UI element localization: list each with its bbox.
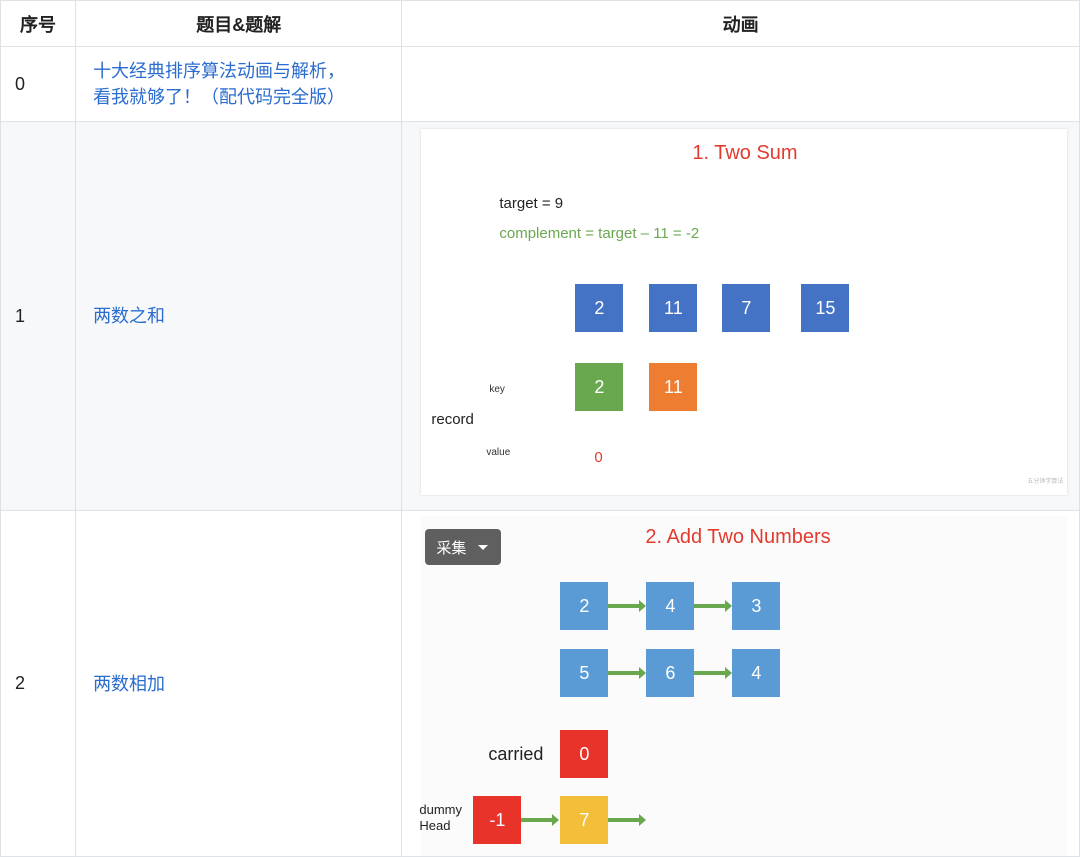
chevron-down-icon	[478, 544, 489, 550]
collect-dropdown[interactable]: 采集	[425, 529, 502, 565]
record-key-cell: 11	[649, 363, 698, 411]
two-sum-animation: 1. Two Sum target = 9 complement = targe…	[421, 129, 1068, 495]
add-two-numbers-animation: 采集 2. Add Two Numbers 2 4 3 5 6 4 carrie…	[419, 516, 1068, 856]
animation-title: 1. Two Sum	[692, 142, 798, 164]
table-row: 1 两数之和 1. Two Sum target = 9 complement …	[0, 121, 1080, 511]
carried-value: 0	[560, 730, 609, 778]
header-title: 题目&题解	[75, 0, 403, 47]
arrow-icon	[608, 667, 647, 679]
row-title-cell: 两数相加	[75, 510, 403, 857]
row-animation-cell	[401, 46, 1080, 122]
target-text: target = 9	[499, 195, 564, 212]
row-index: 2	[0, 510, 77, 857]
array-cell: 15	[801, 284, 850, 332]
watermark: 五分钟学算法	[1027, 479, 1064, 485]
carried-label: carried	[488, 744, 544, 764]
complement-text: complement = target – 11 = -2	[499, 225, 700, 242]
list-node: 3	[732, 582, 781, 630]
list-node: 4	[732, 649, 781, 697]
list-node: 6	[646, 649, 695, 697]
record-key-cell: 2	[575, 363, 624, 411]
problems-table: 序号 题目&题解 动画 0 十大经典排序算法动画与解析， 看我就够了！（配代码完…	[0, 0, 1080, 857]
arrow-icon	[694, 600, 733, 612]
row-animation-cell: 1. Two Sum target = 9 complement = targe…	[401, 121, 1080, 511]
list-node: 2	[560, 582, 609, 630]
link-line-2: 看我就够了！（配代码完全版）	[93, 87, 346, 107]
header-row: 序号 题目&题解 动画	[0, 0, 1080, 47]
add-two-numbers-link[interactable]: 两数相加	[93, 671, 401, 697]
result-node: 7	[560, 796, 609, 844]
header-animation: 动画	[401, 0, 1080, 47]
array-cell: 7	[722, 284, 771, 332]
row-index: 1	[0, 121, 77, 511]
arrow-icon	[608, 600, 647, 612]
record-label: record	[431, 411, 474, 428]
row-title-cell: 十大经典排序算法动画与解析， 看我就够了！（配代码完全版）	[75, 46, 403, 122]
array-cell: 11	[649, 284, 698, 332]
arrow-icon	[694, 667, 733, 679]
row-index: 0	[0, 46, 77, 122]
arrow-icon	[608, 814, 647, 826]
sorting-algorithms-link[interactable]: 十大经典排序算法动画与解析， 看我就够了！（配代码完全版）	[93, 58, 401, 110]
header-index: 序号	[0, 0, 77, 47]
dummy-label-line-1: dummy	[419, 802, 462, 817]
dropdown-label: 采集	[436, 539, 467, 557]
row-animation-cell: 采集 2. Add Two Numbers 2 4 3 5 6 4 carrie…	[401, 510, 1080, 857]
value-label: value	[486, 447, 511, 458]
list-node: 5	[560, 649, 609, 697]
animation-title: 2. Add Two Numbers	[645, 526, 831, 548]
result-node: -1	[473, 796, 522, 844]
table-row: 0 十大经典排序算法动画与解析， 看我就够了！（配代码完全版）	[0, 46, 1080, 122]
arrow-icon	[521, 814, 560, 826]
list-node: 4	[646, 582, 695, 630]
table-row: 2 两数相加 采集 2. Add Two Numbers 2 4 3 5 6 4…	[0, 510, 1080, 857]
two-sum-link[interactable]: 两数之和	[93, 303, 401, 329]
dummy-label-line-2: Head	[419, 818, 451, 833]
dummy-head-label: dummy Head	[419, 802, 462, 834]
row-title-cell: 两数之和	[75, 121, 403, 511]
record-value: 0	[594, 449, 603, 466]
key-label: key	[489, 384, 505, 395]
array-cell: 2	[575, 284, 624, 332]
link-line-1: 十大经典排序算法动画与解析，	[93, 61, 346, 81]
